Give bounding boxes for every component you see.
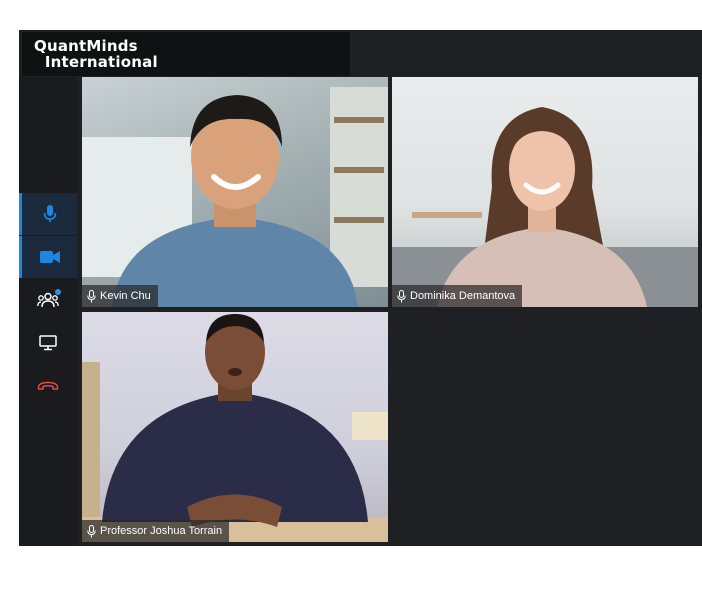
video-tile[interactable]: Kevin Chu [82,77,388,307]
participant-name: Dominika Demantova [410,290,516,302]
monitor-icon [39,335,57,351]
participant-video [82,87,388,307]
microphone-icon [397,289,406,302]
share-screen-button[interactable] [19,322,77,364]
participant-name: Professor Joshua Torrain [100,525,223,537]
brand-line-2: International [44,53,158,71]
microphone-icon [87,289,96,302]
notification-dot [55,289,61,295]
microphone-icon [87,524,96,537]
top-bar: QuantMinds International [19,30,702,77]
participant-name: Kevin Chu [100,290,151,302]
video-camera-icon [39,251,60,263]
participant-video [392,107,698,307]
participant-video [82,314,388,542]
phone-hangup-icon [37,381,59,390]
brand-logo: QuantMinds International [22,32,350,76]
call-controls-sidebar [19,77,77,546]
microphone-icon [43,205,56,222]
hang-up-button[interactable] [19,365,77,407]
participant-name-tag: Kevin Chu [82,285,158,307]
video-tile[interactable]: Professor Joshua Torrain [82,312,388,542]
participant-name-tag: Professor Joshua Torrain [82,520,230,542]
microphone-toggle-button[interactable] [19,193,77,235]
camera-toggle-button[interactable] [19,236,77,278]
participant-name-tag: Dominika Demantova [392,285,523,307]
video-tile[interactable]: Dominika Demantova [392,77,698,307]
participants-button[interactable] [19,279,77,321]
brand-name: QuantMinds International [34,38,158,70]
video-call-window: QuantMinds International Kevin Chu Domin… [19,30,702,546]
